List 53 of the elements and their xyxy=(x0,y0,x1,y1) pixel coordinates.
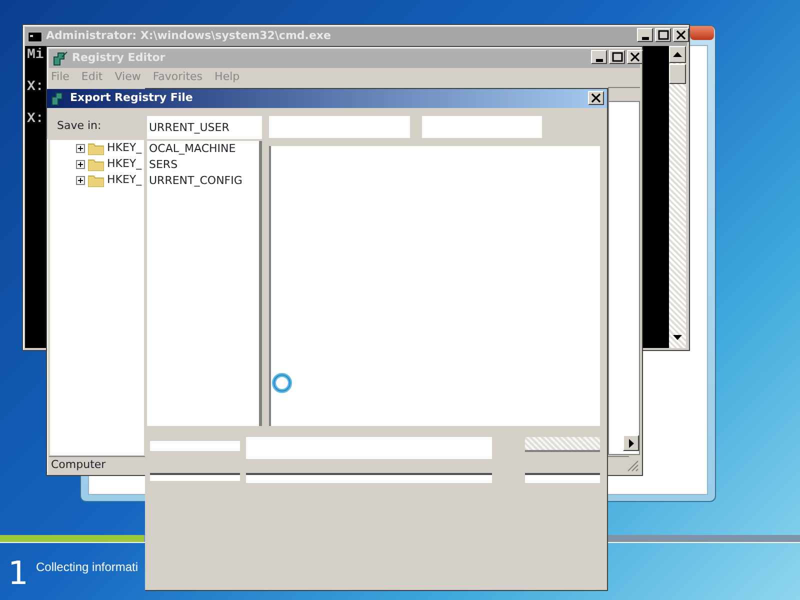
expand-icon[interactable] xyxy=(76,160,85,168)
scroll-up-icon xyxy=(673,52,682,57)
console-icon xyxy=(28,32,42,42)
registry-icon xyxy=(52,50,68,66)
file-list-item[interactable]: SERS xyxy=(147,157,178,173)
scroll-up-button[interactable] xyxy=(669,46,686,63)
save-in-field[interactable]: URRENT_USER xyxy=(147,116,262,139)
resize-grip-icon xyxy=(627,460,639,472)
minimize-button[interactable] xyxy=(637,28,653,42)
tree-item[interactable]: HKEY_ xyxy=(107,156,142,172)
cancel-button[interactable] xyxy=(525,473,600,483)
dialog-title: Export Registry File xyxy=(70,90,193,106)
close-icon xyxy=(589,92,603,104)
maximize-icon xyxy=(610,51,624,63)
close-button[interactable] xyxy=(588,91,604,105)
close-button[interactable] xyxy=(673,28,689,42)
busy-cursor-icon xyxy=(271,372,293,394)
file-name-field[interactable] xyxy=(150,441,240,451)
minimize-button[interactable] xyxy=(591,50,607,64)
step-number: 1 xyxy=(8,553,28,593)
folder-icon xyxy=(88,142,104,154)
folder-icon xyxy=(88,174,104,186)
scrollbar-thumb[interactable] xyxy=(669,64,686,84)
expand-icon[interactable] xyxy=(76,176,85,184)
scroll-right-button[interactable] xyxy=(623,435,639,451)
file-type-field[interactable] xyxy=(150,473,240,481)
save-button[interactable] xyxy=(525,437,600,452)
maximize-button[interactable] xyxy=(655,28,671,42)
step-text: Collecting informati xyxy=(36,559,138,576)
window-title: Administrator: X:\windows\system32\cmd.exe xyxy=(46,28,331,44)
file-list-item[interactable]: URRENT_CONFIG xyxy=(147,173,242,189)
close-button[interactable] xyxy=(627,50,643,64)
console-line: X: xyxy=(27,80,44,94)
file-name-field[interactable] xyxy=(246,437,492,459)
tree-item[interactable]: HKEY_ xyxy=(107,172,142,188)
close-icon xyxy=(674,29,688,41)
file-list-item[interactable]: OCAL_MACHINE xyxy=(147,141,236,157)
minimize-icon xyxy=(642,36,648,40)
file-type-field[interactable] xyxy=(246,473,492,483)
save-in-label: Save in: xyxy=(57,118,102,134)
console-line: Mi xyxy=(27,48,44,62)
maximize-icon xyxy=(656,29,670,41)
console-line: X: xyxy=(27,112,44,126)
expand-icon[interactable] xyxy=(76,144,85,152)
tree-item[interactable]: HKEY_ xyxy=(107,140,142,156)
minimize-icon xyxy=(596,58,602,62)
scrollbar[interactable] xyxy=(669,46,686,348)
scroll-right-icon xyxy=(628,438,634,448)
scroll-down-icon[interactable] xyxy=(673,335,682,340)
folder-icon xyxy=(88,158,104,170)
maximize-button[interactable] xyxy=(609,50,625,64)
close-icon xyxy=(628,51,642,63)
window-title: Registry Editor xyxy=(72,50,166,66)
